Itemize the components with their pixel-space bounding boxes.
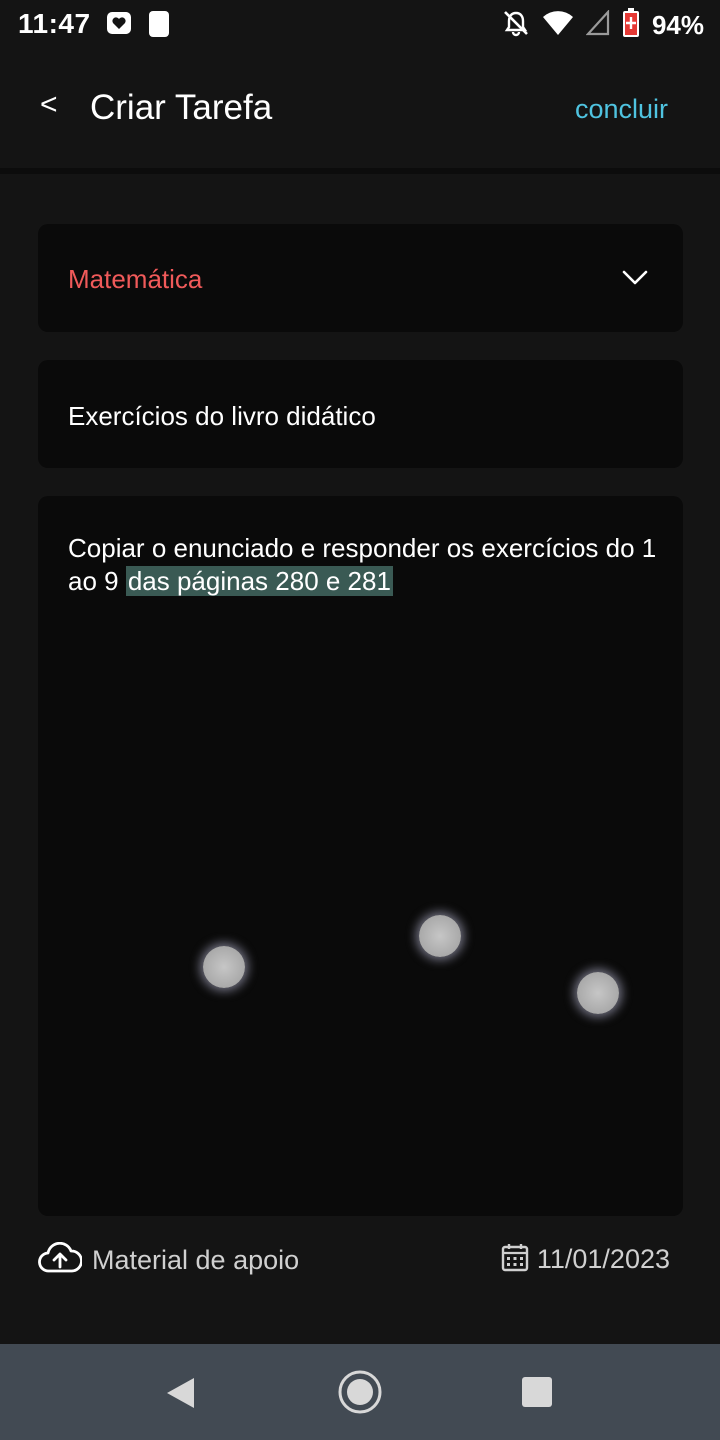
moon-notification-icon: [148, 10, 170, 43]
cloud-upload-icon: [38, 1241, 83, 1279]
notification-icons: [106, 10, 170, 43]
nav-home-icon[interactable]: [338, 1370, 382, 1419]
support-material-label: Material de apoio: [92, 1245, 300, 1275]
page-title: Criar Tarefa: [90, 88, 273, 127]
system-navigation-bar: [0, 1344, 720, 1440]
bell-off-icon: [502, 9, 530, 42]
header-divider: [0, 168, 720, 174]
task-description-value: Copiar o enunciado e responder os exercí…: [68, 532, 658, 598]
touch-indicator: [419, 915, 461, 957]
heart-notification-icon: [106, 10, 132, 43]
app-screen: 11:47 94% < Criar Tarefa concluir Matemá…: [0, 0, 720, 1440]
status-bar: 11:47 94%: [0, 0, 720, 52]
task-description-field[interactable]: Copiar o enunciado e responder os exercí…: [38, 496, 683, 1216]
task-title-value: Exercícios do livro didático: [68, 401, 376, 431]
back-button[interactable]: <: [40, 88, 58, 122]
touch-indicator: [203, 946, 245, 988]
chevron-down-icon: [621, 268, 649, 293]
subject-dropdown[interactable]: Matemática: [38, 224, 683, 332]
status-time: 11:47: [18, 8, 91, 39]
battery-icon: [622, 8, 640, 43]
touch-indicator: [577, 972, 619, 1014]
battery-percentage: 94%: [651, 10, 704, 40]
support-material-button[interactable]: Material de apoio: [38, 1241, 300, 1279]
subject-value: Matemática: [68, 264, 203, 294]
app-header: < Criar Tarefa concluir: [0, 52, 720, 170]
due-date-button[interactable]: 11/01/2023: [501, 1242, 670, 1277]
nav-back-icon[interactable]: [164, 1376, 196, 1415]
task-title-field[interactable]: Exercícios do livro didático: [38, 360, 683, 468]
calendar-icon: [501, 1242, 529, 1277]
done-button[interactable]: concluir: [575, 94, 668, 125]
wifi-icon: [542, 10, 574, 41]
nav-recents-icon[interactable]: [522, 1377, 552, 1407]
status-indicators: 94%: [502, 8, 704, 43]
signal-icon: [585, 9, 610, 41]
selected-text[interactable]: das páginas 280 e 281: [125, 566, 393, 596]
due-date-value: 11/01/2023: [536, 1244, 670, 1274]
